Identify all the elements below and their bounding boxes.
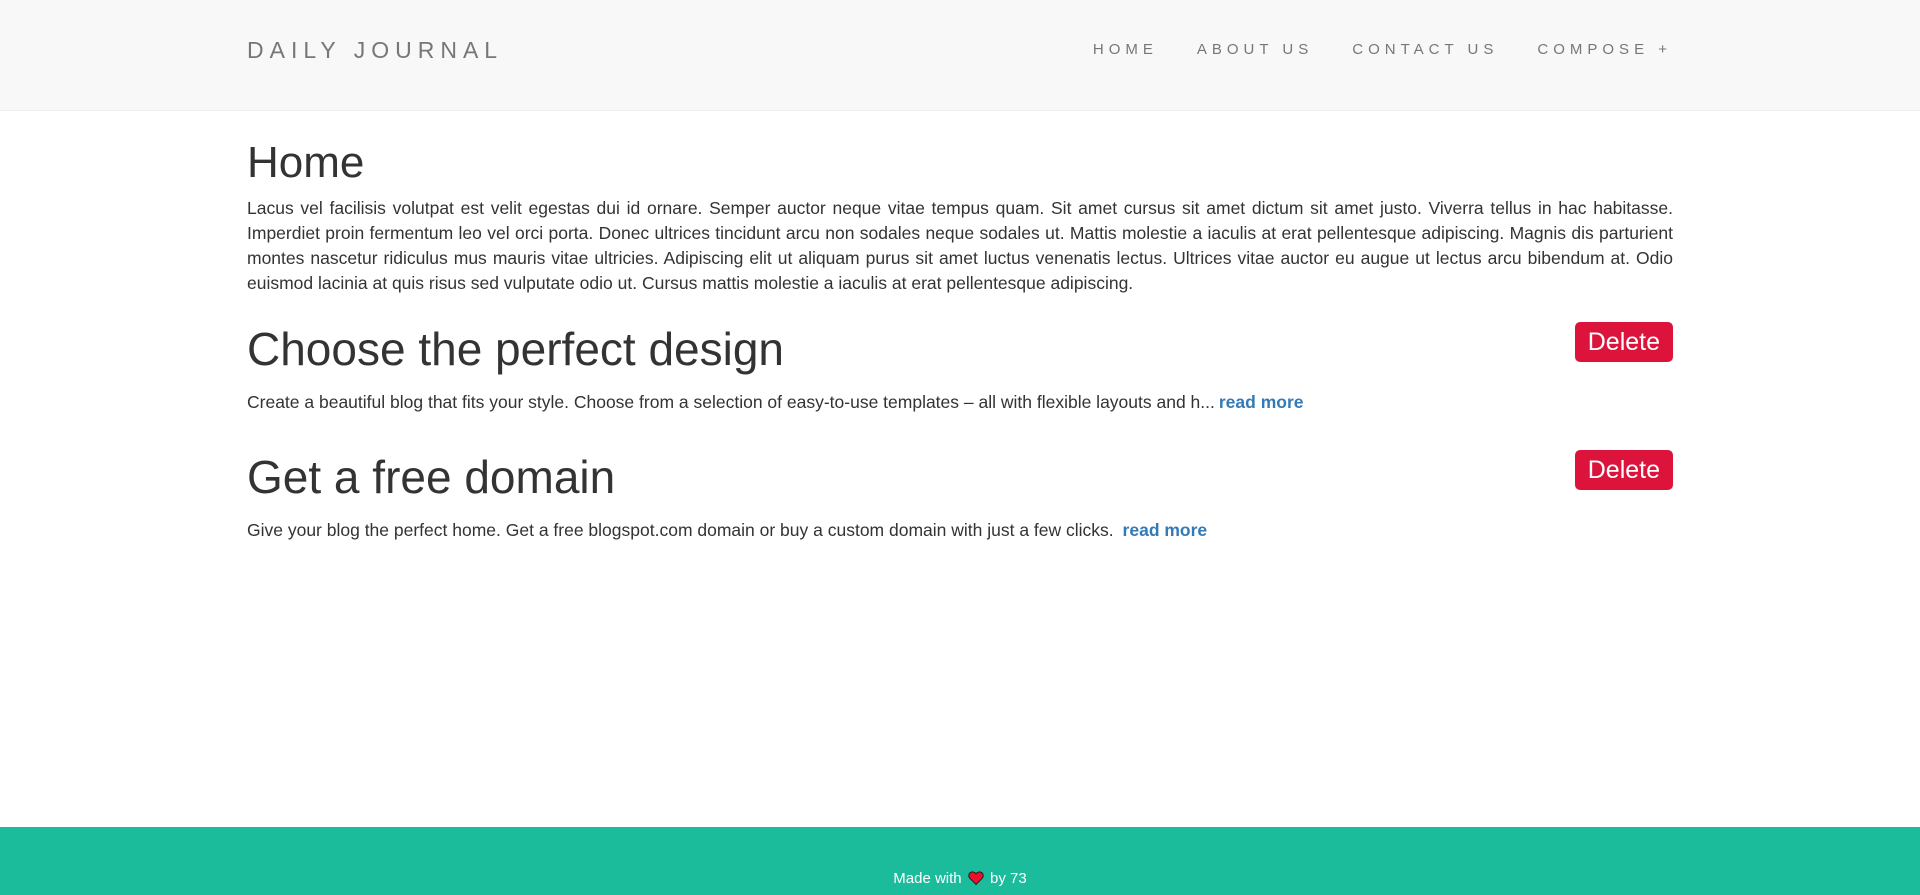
footer-prefix: Made with xyxy=(893,870,962,887)
nav-menu: HOME ABOUT US CONTACT US COMPOSE + xyxy=(1093,40,1672,60)
nav-item-contact: CONTACT US xyxy=(1313,40,1498,60)
post-item: Get a free domain Delete Give your blog … xyxy=(247,450,1673,542)
post-excerpt-container: Create a beautiful blog that fits your s… xyxy=(247,390,1673,414)
nav-item-about: ABOUT US xyxy=(1158,40,1313,60)
nav-link-compose[interactable]: COMPOSE + xyxy=(1537,40,1672,60)
post-excerpt: Give your blog the perfect home. Get a f… xyxy=(247,520,1114,540)
footer: Made with by 73 xyxy=(0,827,1920,895)
delete-post-button[interactable]: Delete xyxy=(1574,322,1673,362)
post-item: Choose the perfect design Delete Create … xyxy=(247,322,1673,414)
page-title: Home xyxy=(247,138,365,187)
nav-link-contact-us[interactable]: CONTACT US xyxy=(1352,40,1498,60)
read-more-link[interactable]: read more xyxy=(1123,520,1208,540)
top-navbar: DAILY JOURNAL HOME ABOUT US CONTACT US C… xyxy=(0,0,1920,111)
read-more-link[interactable]: read more xyxy=(1219,392,1304,412)
main-content: Home Lacus vel facilisis volutpat est ve… xyxy=(247,111,1673,542)
post-title: Get a free domain xyxy=(247,451,616,503)
post-excerpt: Create a beautiful blog that fits your s… xyxy=(247,392,1215,412)
nav-item-home: HOME xyxy=(1093,40,1158,60)
brand-link[interactable]: DAILY JOURNAL xyxy=(247,36,503,64)
home-intro-text: Lacus vel facilisis volutpat est velit e… xyxy=(247,198,1673,293)
delete-post-button[interactable]: Delete xyxy=(1574,450,1673,490)
nav-item-compose: COMPOSE + xyxy=(1498,40,1672,60)
post-title: Choose the perfect design xyxy=(247,323,785,375)
nav-link-about-us[interactable]: ABOUT US xyxy=(1197,40,1313,60)
nav-link-home[interactable]: HOME xyxy=(1093,40,1158,60)
footer-suffix: by 73 xyxy=(990,870,1027,887)
heart-icon xyxy=(968,870,984,886)
post-excerpt-container: Give your blog the perfect home. Get a f… xyxy=(247,518,1673,542)
